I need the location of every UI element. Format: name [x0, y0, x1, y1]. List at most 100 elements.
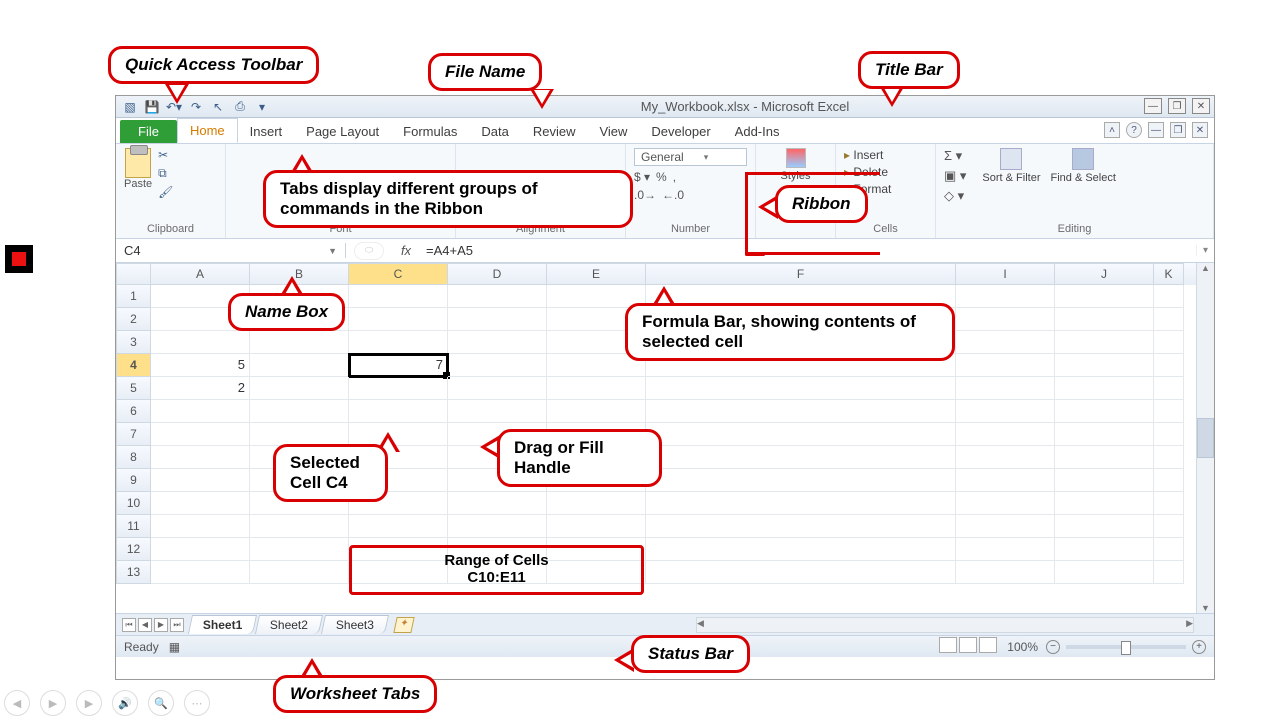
- callout-ribbon: Ribbon: [775, 185, 868, 223]
- play-icon[interactable]: ▶: [40, 690, 66, 716]
- sheet-nav-next[interactable]: ▶: [154, 618, 168, 632]
- cell-C4[interactable]: 7: [349, 354, 448, 377]
- percent-icon[interactable]: %: [656, 170, 667, 184]
- prev-icon[interactable]: ◀: [4, 690, 30, 716]
- sheet-tab-2[interactable]: Sheet2: [255, 615, 323, 634]
- tab-file[interactable]: File: [120, 120, 177, 143]
- tab-pagelayout[interactable]: Page Layout: [294, 120, 391, 143]
- row-7[interactable]: 7: [116, 423, 151, 446]
- save-icon[interactable]: 💾: [144, 99, 160, 115]
- tab-home[interactable]: Home: [177, 118, 238, 143]
- col-K[interactable]: K: [1154, 263, 1184, 285]
- horizontal-scrollbar[interactable]: ◀▶: [696, 617, 1194, 633]
- minimize-button[interactable]: —: [1144, 98, 1162, 114]
- row-9[interactable]: 9: [116, 469, 151, 492]
- decrease-decimal-icon[interactable]: ←.0: [662, 188, 684, 202]
- row-10[interactable]: 10: [116, 492, 151, 515]
- chevron-down-icon[interactable]: ▼: [328, 246, 337, 256]
- format-painter-icon[interactable]: 🖌: [158, 185, 173, 199]
- sort-icon: [1000, 148, 1022, 170]
- currency-icon[interactable]: $ ▾: [634, 170, 650, 184]
- row-8[interactable]: 8: [116, 446, 151, 469]
- tab-view[interactable]: View: [587, 120, 639, 143]
- row-5[interactable]: 5: [116, 377, 151, 400]
- zoom-slider[interactable]: − +: [1046, 640, 1206, 654]
- excel-icon: ▧: [122, 99, 138, 115]
- cell-A4[interactable]: 5: [151, 354, 250, 377]
- col-F[interactable]: F: [646, 263, 956, 285]
- zoom-in-icon[interactable]: +: [1192, 640, 1206, 654]
- macro-icon[interactable]: ▦: [169, 640, 180, 654]
- cell-A5[interactable]: 2: [151, 377, 250, 400]
- ribbon-collapse-icon[interactable]: ˄: [1104, 122, 1120, 138]
- col-C[interactable]: C: [349, 263, 448, 285]
- tab-addins[interactable]: Add-Ins: [723, 120, 792, 143]
- redo-icon[interactable]: ↷: [188, 99, 204, 115]
- zoom-out-icon[interactable]: −: [1046, 640, 1060, 654]
- close-button[interactable]: ✕: [1192, 98, 1210, 114]
- sheet-tab-1[interactable]: Sheet1: [188, 615, 257, 634]
- col-D[interactable]: D: [448, 263, 547, 285]
- ribbon-tabs: File Home Insert Page Layout Formulas Da…: [116, 118, 1214, 144]
- group-clipboard: Clipboard: [124, 223, 217, 238]
- more-icon[interactable]: ⋯: [184, 690, 210, 716]
- insert-button[interactable]: Insert: [844, 148, 927, 162]
- row-6[interactable]: 6: [116, 400, 151, 423]
- row-11[interactable]: 11: [116, 515, 151, 538]
- row-1[interactable]: 1: [116, 285, 151, 308]
- increase-decimal-icon[interactable]: .0→: [634, 188, 656, 202]
- doc-minimize-icon[interactable]: —: [1148, 122, 1164, 138]
- title-bar: ▧ 💾 ↶▾ ↷ ↖ ⎙ ▾ My_Workbook.xlsx - Micros…: [116, 96, 1214, 118]
- fx-icon[interactable]: fx: [392, 243, 420, 258]
- col-E[interactable]: E: [547, 263, 646, 285]
- vertical-scrollbar[interactable]: ▲▼: [1196, 263, 1214, 613]
- row-3[interactable]: 3: [116, 331, 151, 354]
- sort-filter-button[interactable]: Sort & Filter: [982, 148, 1040, 204]
- volume-icon[interactable]: 🔊: [112, 690, 138, 716]
- col-I[interactable]: I: [956, 263, 1055, 285]
- formula-expand-icon[interactable]: ▾: [1196, 245, 1214, 256]
- fill-icon[interactable]: ▣ ▾: [944, 168, 966, 184]
- clear-icon[interactable]: ◇ ▾: [944, 188, 966, 204]
- print-icon[interactable]: ⎙: [232, 99, 248, 115]
- tab-review[interactable]: Review: [521, 120, 588, 143]
- number-format-select[interactable]: General▾: [634, 148, 747, 166]
- help-icon[interactable]: ?: [1126, 122, 1142, 138]
- paste-button[interactable]: Paste: [124, 148, 152, 199]
- view-buttons[interactable]: [939, 637, 999, 656]
- tab-developer[interactable]: Developer: [639, 120, 722, 143]
- find-label: Find & Select: [1051, 172, 1116, 184]
- find-select-button[interactable]: Find & Select: [1051, 148, 1116, 204]
- col-A[interactable]: A: [151, 263, 250, 285]
- callout-filename: File Name: [428, 53, 542, 91]
- maximize-button[interactable]: ❐: [1168, 98, 1186, 114]
- next-icon[interactable]: ▶: [76, 690, 102, 716]
- search-icon[interactable]: 🔍: [148, 690, 174, 716]
- row-12[interactable]: 12: [116, 538, 151, 561]
- name-box[interactable]: C4 ▼: [116, 243, 346, 258]
- callout-range: Range of Cells C10:E11: [349, 545, 644, 595]
- pointer-icon[interactable]: ↖: [210, 99, 226, 115]
- doc-restore-icon[interactable]: ❐: [1170, 122, 1186, 138]
- tab-insert[interactable]: Insert: [238, 120, 295, 143]
- col-J[interactable]: J: [1055, 263, 1154, 285]
- formula-bar-row: C4 ▼ ⬭ fx =A4+A5 ▾: [116, 239, 1214, 263]
- row-13[interactable]: 13: [116, 561, 151, 584]
- autosum-icon[interactable]: Σ ▾: [944, 148, 966, 164]
- sheet-nav-last[interactable]: ⏭: [170, 618, 184, 632]
- sheet-nav-prev[interactable]: ◀: [138, 618, 152, 632]
- copy-icon[interactable]: ⧉: [158, 166, 173, 181]
- row-4[interactable]: 4: [116, 354, 151, 377]
- new-sheet-icon[interactable]: ✦: [394, 617, 415, 633]
- tab-formulas[interactable]: Formulas: [391, 120, 469, 143]
- doc-close-icon[interactable]: ✕: [1192, 122, 1208, 138]
- cut-icon[interactable]: ✂: [158, 148, 173, 162]
- qat-more-icon[interactable]: ▾: [254, 99, 270, 115]
- row-2[interactable]: 2: [116, 308, 151, 331]
- comma-icon[interactable]: ,: [673, 170, 676, 184]
- sheet-nav-first[interactable]: ⏮: [122, 618, 136, 632]
- tab-data[interactable]: Data: [469, 120, 520, 143]
- select-all-corner[interactable]: [116, 263, 151, 285]
- cancel-enter-icons[interactable]: ⬭: [354, 242, 384, 260]
- sheet-tab-3[interactable]: Sheet3: [321, 615, 389, 634]
